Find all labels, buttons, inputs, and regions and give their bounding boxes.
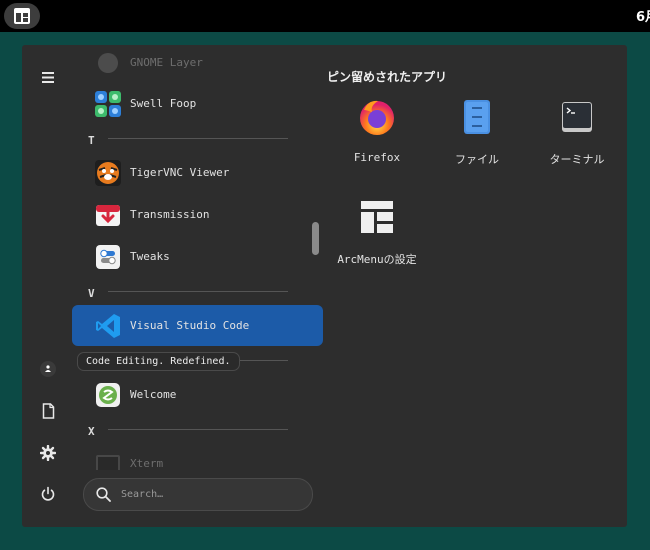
pinned-app-firefox[interactable]: Firefox: [327, 93, 427, 173]
document-icon: [42, 403, 54, 419]
app-icon: [94, 49, 122, 77]
swell-foop-icon: [94, 90, 122, 118]
list-item[interactable]: TigerVNC Viewer: [72, 152, 323, 193]
section-letter-v: V: [88, 287, 95, 300]
pinned-app-label: ファイル: [455, 153, 499, 166]
arcmenu-settings-icon: [357, 197, 397, 237]
list-item[interactable]: Xterm: [72, 443, 323, 470]
transmission-icon: [94, 201, 122, 229]
welcome-icon: [94, 381, 122, 409]
avatar-icon: [40, 361, 56, 377]
firefox-icon: [357, 97, 397, 137]
app-tooltip: Code Editing. Redefined.: [77, 352, 240, 371]
clock[interactable]: 6月: [636, 6, 650, 25]
categories-button[interactable]: [35, 64, 61, 90]
menu-panel: GNOME Layer Swell Foop T TigerVNC Viewer…: [22, 45, 627, 527]
app-label: TigerVNC Viewer: [130, 166, 230, 179]
app-label: Transmission: [130, 208, 210, 221]
arcmenu-button[interactable]: [4, 3, 40, 29]
vscode-icon: [94, 312, 122, 340]
documents-button[interactable]: [35, 398, 61, 424]
list-item[interactable]: GNOME Layer: [72, 45, 323, 83]
section-letter-x: X: [88, 425, 95, 438]
top-bar: 6月: [0, 0, 650, 32]
hamburger-icon: [42, 71, 54, 83]
power-button[interactable]: [35, 481, 61, 507]
app-label: Visual Studio Code: [130, 319, 250, 332]
pinned-app-label: ArcMenuの設定: [337, 253, 417, 266]
pinned-app-label: Firefox: [353, 151, 401, 164]
list-item-selected[interactable]: Visual Studio Code: [72, 305, 323, 346]
pinned-app-files[interactable]: ファイル: [427, 93, 527, 173]
section-divider: [108, 138, 288, 139]
app-label: Welcome: [130, 388, 177, 401]
gear-icon: [40, 445, 56, 461]
list-item[interactable]: Swell Foop: [72, 83, 323, 124]
tigervnc-icon: [94, 159, 122, 187]
app-label: GNOME Layer: [130, 56, 203, 69]
terminal-icon: [557, 97, 597, 137]
app-list-scrollbar[interactable]: [312, 222, 319, 255]
pinned-app-label: ターミナル: [549, 153, 605, 166]
app-label: Tweaks: [130, 250, 170, 263]
section-letter-t: T: [88, 134, 95, 147]
pinned-apps-title: ピン留めされたアプリ: [327, 70, 448, 84]
section-divider: [108, 429, 288, 430]
pinned-app-terminal[interactable]: ターミナル: [527, 93, 627, 173]
arcmenu-popup: GNOME Layer Swell Foop T TigerVNC Viewer…: [0, 32, 650, 550]
list-item[interactable]: Tweaks: [72, 236, 323, 277]
arcmenu-icon: [14, 8, 30, 24]
app-label: Xterm: [130, 457, 164, 470]
settings-button[interactable]: [35, 440, 61, 466]
files-icon: [457, 97, 497, 137]
tweaks-icon: [94, 243, 122, 271]
list-item[interactable]: Transmission: [72, 194, 323, 235]
pinned-app-arcmenu-settings[interactable]: ArcMenuの設定: [327, 193, 427, 273]
power-icon: [41, 486, 55, 501]
search-box[interactable]: [83, 478, 313, 511]
list-item[interactable]: Welcome: [72, 374, 323, 415]
search-input[interactable]: [119, 488, 293, 501]
app-label: Swell Foop: [130, 97, 197, 110]
xterm-icon: [94, 450, 122, 470]
section-divider: [108, 291, 288, 292]
user-avatar-button[interactable]: [35, 356, 61, 382]
search-icon: [96, 487, 111, 502]
app-list[interactable]: GNOME Layer Swell Foop T TigerVNC Viewer…: [72, 45, 324, 470]
